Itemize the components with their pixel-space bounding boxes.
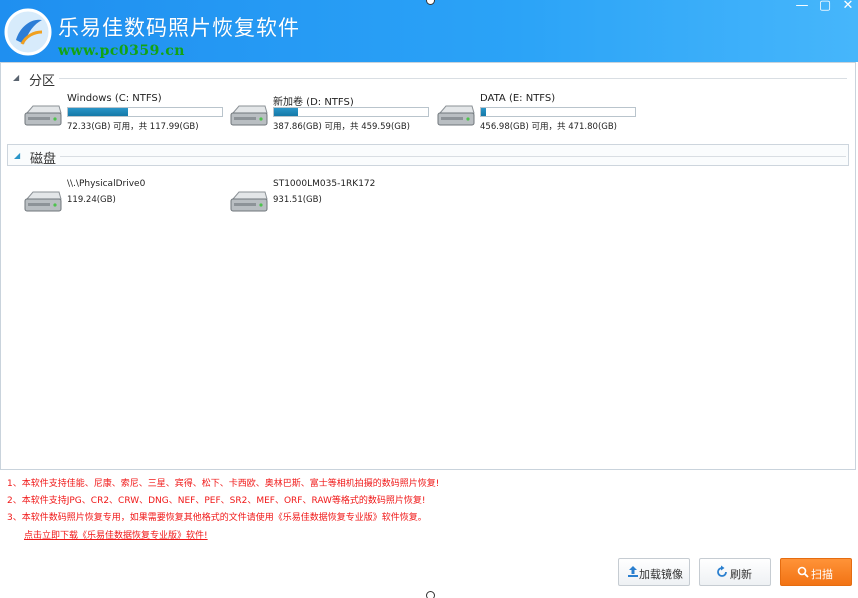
partition-size: 72.33(GB) 可用，共 117.99(GB) — [67, 122, 199, 132]
section-divider — [59, 78, 847, 79]
maximize-button[interactable]: ▢ — [815, 0, 835, 14]
usage-bar-fill — [68, 108, 128, 116]
usage-bar — [273, 107, 429, 117]
site-watermark: www.pc0359.cn — [58, 43, 185, 59]
app-title: 乐易佳数码照片恢复软件 — [58, 16, 300, 40]
note-line: 1、本软件支持佳能、尼康、索尼、三星、宾得、松下、卡西欧、奥林巴斯、富士等相机拍… — [7, 479, 440, 489]
partition-section-header[interactable]: ◢ 分区 — [7, 67, 849, 89]
disk-section-label: 磁盘 — [30, 152, 57, 167]
load-image-button[interactable]: 加载镜像 — [618, 558, 690, 586]
collapse-triangle-icon[interactable]: ◢ — [14, 151, 20, 160]
disk-item-physicaldrive0[interactable]: \\.\PhysicalDrive0 119.24(GB) — [23, 179, 225, 223]
search-icon — [797, 566, 809, 578]
refresh-button[interactable]: 刷新 — [699, 558, 771, 586]
hard-drive-icon — [24, 105, 62, 126]
download-pro-link[interactable]: 点击立即下载《乐易佳数据恢复专业版》软件! — [24, 528, 208, 541]
hard-drive-icon — [24, 191, 62, 212]
title-bar: 乐易佳数码照片恢复软件 www.pc0359.cn — ▢ ✕ — [0, 0, 858, 62]
usage-bar — [67, 107, 223, 117]
partition-name: DATA (E: NTFS) — [480, 93, 556, 104]
app-logo-icon — [4, 8, 52, 56]
partition-item-d[interactable]: 新加卷 (D: NTFS) 387.86(GB) 可用，共 459.59(GB) — [229, 93, 431, 137]
disk-size: 119.24(GB) — [67, 195, 116, 205]
upload-icon — [628, 566, 638, 577]
partition-section-label: 分区 — [29, 74, 56, 89]
partition-size: 456.98(GB) 可用，共 471.80(GB) — [480, 122, 617, 132]
partition-size: 387.86(GB) 可用，共 459.59(GB) — [273, 122, 410, 132]
hard-drive-icon — [437, 105, 475, 126]
partition-name: 新加卷 (D: NTFS) — [273, 97, 354, 108]
load-image-label: 加载镜像 — [639, 568, 683, 581]
minimize-button[interactable]: — — [792, 0, 812, 14]
scan-label: 扫描 — [811, 568, 833, 581]
drive-panel: ◢ 分区 Windows (C: NTFS) 72.33(GB) 可用，共 11… — [0, 62, 856, 470]
refresh-icon — [717, 565, 727, 577]
disk-item-st1000lm035[interactable]: ST1000LM035-1RK172 931.51(GB) — [229, 179, 431, 223]
resize-handle-bottom[interactable] — [426, 591, 435, 598]
usage-bar — [480, 107, 636, 117]
hard-drive-icon — [230, 105, 268, 126]
refresh-label: 刷新 — [730, 568, 752, 581]
close-button[interactable]: ✕ — [838, 0, 858, 14]
disk-section-header[interactable]: ◢ 磁盘 — [7, 144, 849, 167]
disk-name: ST1000LM035-1RK172 — [273, 179, 376, 189]
usage-bar-fill — [481, 108, 486, 116]
partition-item-c[interactable]: Windows (C: NTFS) 72.33(GB) 可用，共 117.99(… — [23, 93, 225, 137]
note-line: 3、本软件数码照片恢复专用，如果需要恢复其他格式的文件请使用《乐易佳数据恢复专业… — [7, 513, 427, 523]
partition-name: Windows (C: NTFS) — [67, 93, 162, 104]
disk-name: \\.\PhysicalDrive0 — [67, 179, 146, 189]
scan-button[interactable]: 扫描 — [780, 558, 852, 586]
partition-item-e[interactable]: DATA (E: NTFS) 456.98(GB) 可用，共 471.80(GB… — [436, 93, 638, 137]
disk-size: 931.51(GB) — [273, 195, 322, 205]
section-divider — [60, 156, 846, 157]
usage-bar-fill — [274, 108, 299, 116]
note-line: 2、本软件支持JPG、CR2、CRW、DNG、NEF、PEF、SR2、MEF、O… — [7, 496, 426, 506]
collapse-triangle-icon[interactable]: ◢ — [13, 73, 19, 82]
hard-drive-icon — [230, 191, 268, 212]
